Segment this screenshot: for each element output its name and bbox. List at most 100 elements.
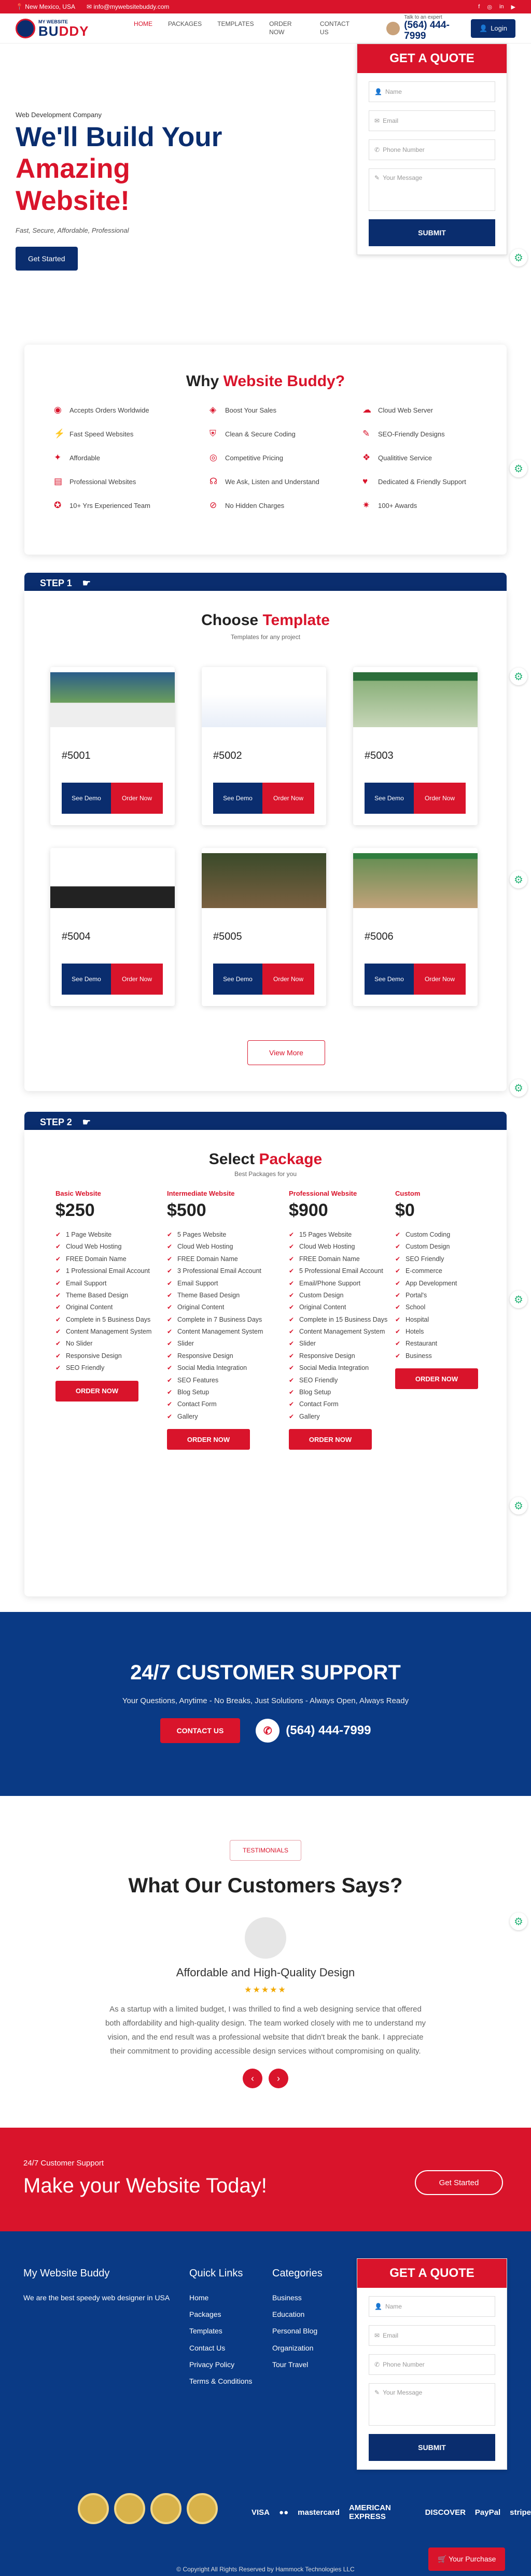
nav-packages[interactable]: PACKAGES <box>168 20 202 36</box>
order-now-button[interactable]: ORDER NOW <box>167 1429 250 1450</box>
package-feature: SEO Features <box>167 1376 271 1385</box>
order-now-button[interactable]: Order Now <box>262 783 314 814</box>
next-arrow-icon[interactable]: › <box>269 2069 288 2088</box>
support-phone[interactable]: ✆ (564) 444-7999 <box>256 1719 371 1743</box>
email-text[interactable]: ✉ info@mywebsitebuddy.com <box>87 3 169 10</box>
email-field[interactable]: ✉ Email <box>369 110 495 131</box>
see-demo-button[interactable]: See Demo <box>213 783 262 814</box>
cta-title: Make your Website Today! <box>23 2174 267 2197</box>
feature-list: ◉ Accepts Orders Worldwide ◈ Boost Your Sal… <box>24 390 507 512</box>
template-preview[interactable] <box>353 672 478 727</box>
talk-phone[interactable]: (564) 444-7999 <box>404 20 471 42</box>
instagram-icon[interactable]: ◎ <box>487 4 492 10</box>
feature-label: Qualititive Service <box>378 454 432 462</box>
order-now-button[interactable]: Order Now <box>262 964 314 995</box>
template-preview[interactable] <box>50 672 175 727</box>
nav-templates[interactable]: TEMPLATES <box>217 20 254 36</box>
logo[interactable]: MY WEBSITE BUDDY <box>16 18 134 38</box>
step-1-bar: STEP 1 ☛ <box>24 573 507 593</box>
message-placeholder: Your Message <box>383 174 423 181</box>
phone-field[interactable]: ✆ Phone Number <box>369 2354 495 2375</box>
template-preview[interactable] <box>202 853 326 908</box>
edit-icon: ✎ <box>374 174 380 181</box>
nav-home[interactable]: HOME <box>134 20 152 36</box>
feature-item: ♥ Dedicated & Friendly Support <box>362 475 508 488</box>
see-demo-button[interactable]: See Demo <box>365 783 414 814</box>
footer-link[interactable]: Privacy Policy <box>189 2360 257 2369</box>
feature-icon: ◎ <box>209 452 217 462</box>
youtube-icon[interactable]: ▶ <box>511 4 515 10</box>
floating-widget-icon[interactable]: ⚙ <box>510 460 527 477</box>
footer-category-link[interactable]: Organization <box>272 2343 340 2353</box>
linkedin-icon[interactable]: in <box>499 4 504 10</box>
get-started-button[interactable]: Get Started <box>16 247 78 271</box>
package-feature: SEO Friendly <box>289 1376 393 1385</box>
floating-widget-icon[interactable]: ⚙ <box>510 668 527 685</box>
floating-widget-icon[interactable]: ⚙ <box>510 1079 527 1097</box>
footer-link[interactable]: Home <box>189 2293 257 2302</box>
email-field[interactable]: ✉ Email <box>369 2325 495 2346</box>
footer-category-link[interactable]: Tour Travel <box>272 2360 340 2369</box>
award-badge-icon <box>187 2493 218 2524</box>
submit-button[interactable]: SUBMIT <box>369 2434 495 2461</box>
order-now-button[interactable]: Order Now <box>414 964 466 995</box>
name-field[interactable]: 👤 Name <box>369 81 495 102</box>
floating-widget-icon[interactable]: ⚙ <box>510 1291 527 1308</box>
view-more-button[interactable]: View More <box>247 1040 325 1065</box>
see-demo-button[interactable]: See Demo <box>365 964 414 995</box>
nav-order-now[interactable]: ORDER NOW <box>269 20 304 36</box>
package-feature: Cloud Web Hosting <box>289 1242 393 1252</box>
login-button[interactable]: 👤 Login <box>471 19 515 38</box>
order-now-button[interactable]: ORDER NOW <box>395 1368 478 1390</box>
floating-widget-icon[interactable]: ⚙ <box>510 249 527 266</box>
talk-to-expert[interactable]: Talk to an expert (564) 444-7999 <box>386 15 471 42</box>
testimonials-title: What Our Customers Says? <box>128 1874 403 1897</box>
package-custom: Custom $0 Custom Coding Custom Design SEO Fr… <box>395 1190 499 1390</box>
package-feature: Original Content <box>167 1303 271 1312</box>
submit-button[interactable]: SUBMIT <box>369 219 495 246</box>
template-preview[interactable] <box>353 853 478 908</box>
site-header: MY WEBSITE BUDDY HOME PACKAGES TEMPLATES… <box>0 13 531 44</box>
contact-us-button[interactable]: CONTACT US <box>160 1718 241 1743</box>
order-now-button[interactable]: Order Now <box>111 783 163 814</box>
support-phone-number[interactable]: (564) 444-7999 <box>286 1723 371 1738</box>
phone-field[interactable]: ✆ Phone Number <box>369 139 495 160</box>
package-feature: Original Content <box>55 1303 159 1312</box>
your-purchase-button[interactable]: 🛒 Your Purchase <box>428 2547 506 2571</box>
order-now-button[interactable]: Order Now <box>414 783 466 814</box>
see-demo-button[interactable]: See Demo <box>62 964 111 995</box>
template-preview[interactable] <box>50 853 175 908</box>
message-field[interactable]: ✎ Your Message <box>369 168 495 211</box>
floating-widget-icon[interactable]: ⚙ <box>510 1497 527 1515</box>
facebook-icon[interactable]: f <box>478 4 480 10</box>
phone-icon: ✆ <box>374 2361 380 2368</box>
package-feature: 5 Pages Website <box>167 1230 271 1240</box>
package-features: 5 Pages Website Cloud Web Hosting FREE Dom… <box>167 1230 271 1422</box>
message-field[interactable]: ✎ Your Message <box>369 2383 495 2426</box>
package-feature: FREE Domain Name <box>167 1254 271 1264</box>
footer-category-link[interactable]: Education <box>272 2310 340 2319</box>
cta-get-started-button[interactable]: Get Started <box>415 2170 503 2195</box>
footer-link[interactable]: Contact Us <box>189 2343 257 2353</box>
order-now-button[interactable]: ORDER NOW <box>289 1429 372 1450</box>
prev-arrow-icon[interactable]: ‹ <box>243 2069 262 2088</box>
hero-kicker: Web Development Company <box>16 111 102 119</box>
footer-category-link[interactable]: Personal Blog <box>272 2326 340 2336</box>
footer-link[interactable]: Templates <box>189 2326 257 2336</box>
template-buttons: See Demo Order Now <box>213 964 314 995</box>
see-demo-button[interactable]: See Demo <box>213 964 262 995</box>
footer-link[interactable]: Terms & Conditions <box>189 2376 257 2386</box>
order-now-button[interactable]: ORDER NOW <box>55 1380 138 1402</box>
feature-icon: ✷ <box>362 500 370 510</box>
name-field[interactable]: 👤 Name <box>369 2296 495 2317</box>
order-now-button[interactable]: Order Now <box>111 964 163 995</box>
footer-link[interactable]: Packages <box>189 2310 257 2319</box>
package-name: Custom <box>395 1190 421 1197</box>
template-preview[interactable] <box>202 672 326 727</box>
nav-contact-us[interactable]: CONTACT US <box>320 20 356 36</box>
floating-widget-icon[interactable]: ⚙ <box>510 871 527 888</box>
feature-item: ⛨ Clean & Secure Coding <box>209 428 362 440</box>
see-demo-button[interactable]: See Demo <box>62 783 111 814</box>
footer-category-link[interactable]: Business <box>272 2293 340 2302</box>
email[interactable]: info@mywebsitebuddy.com <box>93 3 169 10</box>
